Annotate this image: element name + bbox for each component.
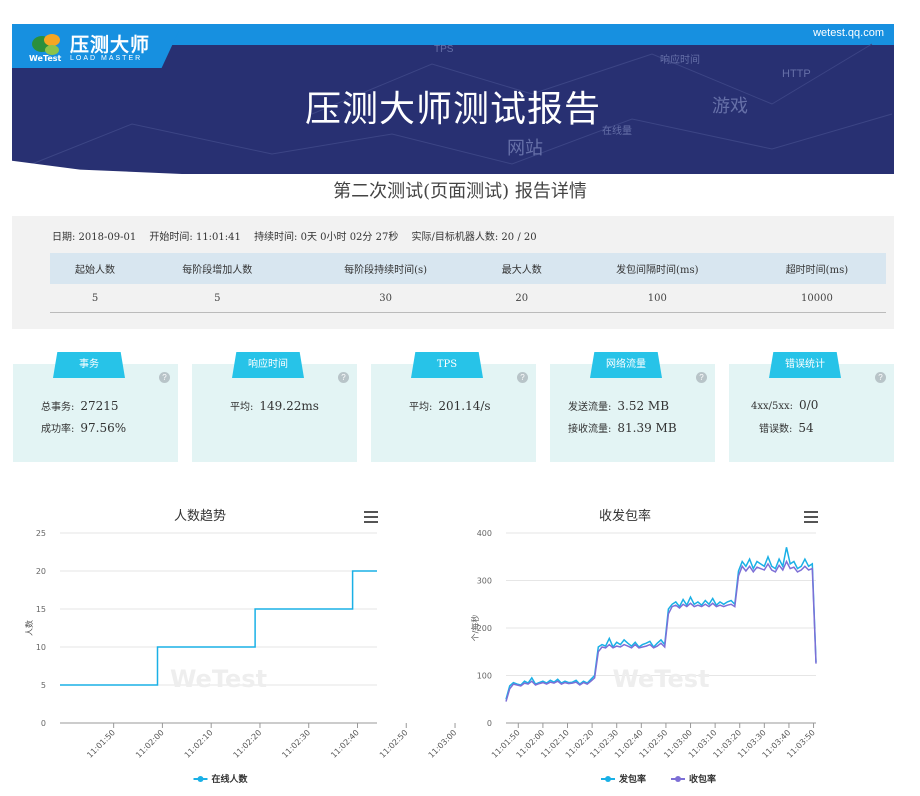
y-tick-label: 15 [36, 605, 46, 614]
legend-item: 收包率 [689, 773, 716, 785]
card-line: 发送流量: 3.52 MB [568, 399, 670, 413]
test-machines: 实际/目标机器人数: 20 / 20 [411, 232, 537, 243]
legend-marker [197, 776, 204, 782]
x-tick-label: 11:01:50 [85, 728, 117, 760]
param-header: 超时时间(ms) [747, 253, 886, 284]
param-value: 5 [140, 284, 295, 313]
y-tick-label: 10 [36, 643, 46, 652]
y-axis-label: 个/每秒 [470, 615, 480, 642]
stat-value: 81.39 MB [617, 421, 677, 435]
stat-value: 201.14/s [438, 399, 491, 413]
y-tick-label: 0 [487, 719, 492, 728]
card-tab: 错误统计 [769, 352, 841, 378]
legend-item: 在线人数 [212, 773, 249, 785]
chart-canvas: 0100200300400个/每秒WeTest11:01:5011:02:001… [470, 529, 817, 785]
deco-word: 网站 [507, 138, 543, 158]
report-title: 第二次测试(页面测试) 报告详情 [333, 181, 587, 202]
stat-value: 0/0 [799, 398, 819, 412]
card-tab: 网络流量 [590, 352, 662, 378]
report-banner: WeTest 压测大师 LOAD MASTER wetest.qq.com TP… [12, 24, 894, 174]
legend-marker [605, 776, 611, 782]
stat-value: 149.22ms [259, 399, 319, 413]
chart-canvas: 0 5 10 15 20 25 人数 WeTest 11:01:50 11:02:00 11:02:… [24, 529, 459, 785]
stat-value: 54 [798, 421, 814, 435]
test-summary-panel: 日期: 2018-09-01 开始时间: 11:01:41 持续时间: 0天 0… [12, 216, 894, 329]
help-icon[interactable]: ? [875, 372, 886, 383]
card-network: 网络流量 ? 发送流量: 3.52 MB 接收流量: 81.39 MB [550, 352, 715, 462]
param-header: 起始人数 [50, 253, 141, 284]
x-tick-label: 11:02:00 [134, 728, 166, 760]
deco-word: TPS [434, 44, 454, 55]
card-line: 4xx/5xx: 0/0 [751, 398, 819, 412]
card-line: 总事务: 27215 [41, 399, 119, 413]
card-tab: TPS [411, 352, 483, 378]
x-tick-label: 11:02:20 [232, 728, 264, 760]
param-header: 每阶段增加人数 [140, 253, 295, 284]
y-tick-label: 100 [477, 672, 492, 681]
param-value: 20 [476, 284, 567, 313]
test-meta: 日期: 2018-09-01 开始时间: 11:01:41 持续时间: 0天 0… [52, 228, 547, 243]
card-transactions: 事务 ? 总事务: 27215 成功率: 97.56% [13, 352, 178, 462]
param-value: 30 [294, 284, 477, 313]
deco-word: 响应时间 [660, 55, 700, 66]
card-tab: 响应时间 [232, 352, 304, 378]
x-tick-label: 11:02:50 [378, 728, 410, 760]
help-icon[interactable]: ? [696, 372, 707, 383]
users-trend-chart: 人数趋势 0 5 10 15 20 25 人数 WeTest 11:01:50 11:02:00 1… [0, 495, 460, 795]
card-line: 成功率: 97.56% [41, 421, 127, 435]
help-icon[interactable]: ? [517, 372, 528, 383]
x-tick-label: 11:02:30 [280, 728, 312, 760]
x-tick-label: 11:03:00 [427, 728, 459, 760]
y-tick-label: 400 [477, 529, 492, 538]
y-tick-label: 25 [36, 529, 46, 538]
card-errors: 错误统计 ? 4xx/5xx: 0/0 错误数: 54 [729, 352, 894, 462]
params-value-row: 5 5 30 20 100 10000 [50, 284, 886, 313]
test-start-time: 开始时间: 11:01:41 [149, 232, 241, 243]
y-tick-label: 0 [41, 719, 46, 728]
param-value: 10000 [747, 284, 886, 313]
card-line: 错误数: 54 [759, 421, 814, 435]
card-tab: 事务 [53, 352, 125, 378]
card-tps: TPS ? 平均: 201.14/s [371, 352, 536, 462]
watermark: WeTest [612, 665, 709, 693]
card-line: 接收流量: 81.39 MB [568, 421, 677, 435]
card-line: 平均: 201.14/s [409, 399, 491, 413]
banner-title: 压测大师测试报告 [304, 88, 601, 129]
legend-marker [675, 776, 681, 782]
params-header-row: 起始人数 每阶段增加人数 每阶段持续时间(s) 最大人数 发包间隔时间(ms) … [50, 253, 886, 284]
test-date: 日期: 2018-09-01 [52, 232, 137, 243]
param-value: 5 [50, 284, 141, 313]
stat-value: 97.56% [80, 421, 127, 435]
legend-item: 发包率 [618, 773, 646, 785]
deco-word: HTTP [782, 68, 811, 80]
x-tick-label: 11:02:10 [183, 728, 215, 760]
y-tick-label: 300 [477, 577, 492, 586]
param-value: 100 [566, 284, 748, 313]
y-axis-label: 人数 [24, 620, 34, 636]
x-tick-label: 11:02:40 [329, 728, 361, 760]
param-header: 发包间隔时间(ms) [566, 253, 748, 284]
param-header: 最大人数 [476, 253, 567, 284]
y-tick-label: 5 [41, 681, 46, 690]
help-icon[interactable]: ? [338, 372, 349, 383]
card-response-time: 响应时间 ? 平均: 149.22ms [192, 352, 357, 462]
param-header: 每阶段持续时间(s) [294, 253, 477, 284]
packet-rate-chart: 收发包率 0 100 200 300 400 个/每秒 WeTest 11:01:50 11:0… [460, 495, 920, 795]
watermark: WeTest [170, 665, 267, 693]
params-table: 起始人数 每阶段增加人数 每阶段持续时间(s) 最大人数 发包间隔时间(ms) … [50, 253, 886, 313]
card-line: 平均: 149.22ms [230, 399, 319, 413]
y-tick-label: 20 [36, 567, 46, 576]
stat-value: 3.52 MB [617, 399, 670, 413]
help-icon[interactable]: ? [159, 372, 170, 383]
stat-value: 27215 [80, 399, 119, 413]
test-duration: 持续时间: 0天 0小时 02分 27秒 [254, 232, 399, 243]
